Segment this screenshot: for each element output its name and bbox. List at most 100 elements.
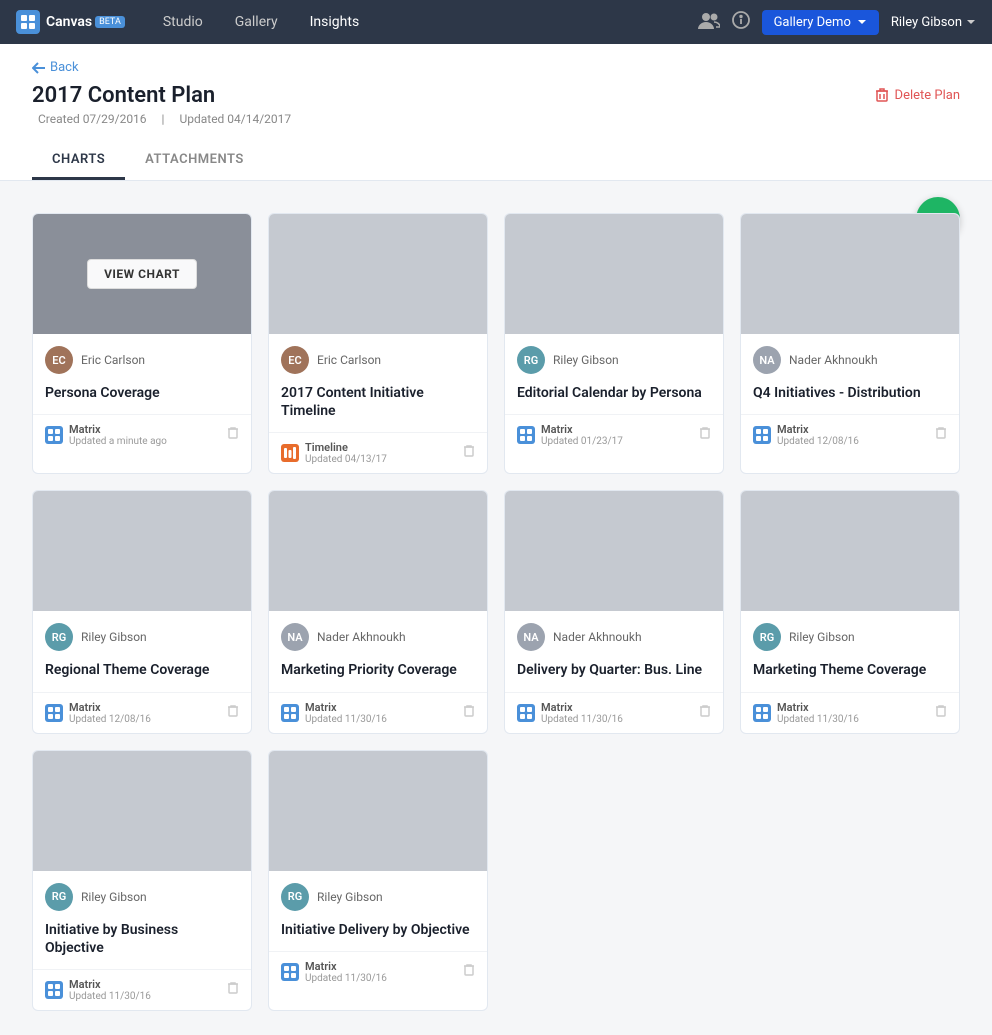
card-footer-5: Matrix Updated 11/30/16 xyxy=(269,692,487,733)
nav-right: Gallery Demo Riley Gibson xyxy=(698,10,976,35)
card-preview-6 xyxy=(505,491,723,611)
nav-insights[interactable]: Insights xyxy=(296,8,374,36)
card-delete-1[interactable] xyxy=(463,444,475,462)
card-preview-5 xyxy=(269,491,487,611)
user-name: Riley Gibson xyxy=(891,15,962,30)
card-type-label-3: Matrix Updated 12/08/16 xyxy=(777,423,859,447)
card-4[interactable]: RG Riley Gibson Regional Theme Coverage … xyxy=(32,490,252,733)
created-date: Created 07/29/2016 xyxy=(38,112,147,126)
type-name-6: Matrix xyxy=(541,701,623,714)
card-username-1: Eric Carlson xyxy=(317,353,381,367)
type-updated-8: Updated 11/30/16 xyxy=(69,991,151,1002)
type-icon-9 xyxy=(281,963,299,981)
card-footer-8: Matrix Updated 11/30/16 xyxy=(33,969,251,1010)
card-5[interactable]: NA Nader Akhnoukh Marketing Priority Cov… xyxy=(268,490,488,733)
nav-links: Studio Gallery Insights xyxy=(149,8,698,36)
card-type-label-4: Matrix Updated 12/08/16 xyxy=(69,701,151,725)
card-type-6: Matrix Updated 11/30/16 xyxy=(517,701,623,725)
card-username-8: Riley Gibson xyxy=(81,890,147,904)
card-type-label-5: Matrix Updated 11/30/16 xyxy=(305,701,387,725)
cards-grid: VIEW CHART EC Eric Carlson Persona Cover… xyxy=(32,213,960,1011)
type-icon-4 xyxy=(45,704,63,722)
card-delete-5[interactable] xyxy=(463,704,475,722)
card-user-info-5: NA Nader Akhnoukh xyxy=(269,611,487,657)
card-1[interactable]: EC Eric Carlson 2017 Content Initiative … xyxy=(268,213,488,474)
card-footer-0: Matrix Updated a minute ago xyxy=(33,414,251,455)
card-delete-3[interactable] xyxy=(935,426,947,444)
avatar-9: RG xyxy=(281,883,309,911)
card-delete-8[interactable] xyxy=(227,981,239,999)
card-preview-8 xyxy=(33,751,251,871)
type-name-4: Matrix xyxy=(69,701,151,714)
brand-name: Canvas xyxy=(46,14,92,30)
card-title-6: Delivery by Quarter: Bus. Line xyxy=(505,657,723,691)
back-label: Back xyxy=(50,60,79,75)
type-updated-4: Updated 12/08/16 xyxy=(69,714,151,725)
card-type-5: Matrix Updated 11/30/16 xyxy=(281,701,387,725)
avatar-2: RG xyxy=(517,346,545,374)
card-user-info-2: RG Riley Gibson xyxy=(505,334,723,380)
card-delete-4[interactable] xyxy=(227,704,239,722)
card-user-info-6: NA Nader Akhnoukh xyxy=(505,611,723,657)
card-user-info-4: RG Riley Gibson xyxy=(33,611,251,657)
workspace-label: Gallery Demo xyxy=(774,15,851,30)
card-preview-9 xyxy=(269,751,487,871)
tab-attachments[interactable]: ATTACHMENTS xyxy=(125,142,264,180)
back-button[interactable]: Back xyxy=(32,60,960,75)
card-title-4: Regional Theme Coverage xyxy=(33,657,251,691)
card-delete-6[interactable] xyxy=(699,704,711,722)
info-icon[interactable] xyxy=(732,11,750,34)
card-0[interactable]: VIEW CHART EC Eric Carlson Persona Cover… xyxy=(32,213,252,474)
type-updated-2: Updated 01/23/17 xyxy=(541,436,623,447)
card-delete-2[interactable] xyxy=(699,426,711,444)
type-icon-3 xyxy=(753,426,771,444)
card-2[interactable]: RG Riley Gibson Editorial Calendar by Pe… xyxy=(504,213,724,474)
type-name-2: Matrix xyxy=(541,423,623,436)
type-name-8: Matrix xyxy=(69,978,151,991)
page-title: 2017 Content Plan xyxy=(32,83,297,108)
card-delete-0[interactable] xyxy=(227,426,239,444)
card-user-info-8: RG Riley Gibson xyxy=(33,871,251,917)
card-9[interactable]: RG Riley Gibson Initiative Delivery by O… xyxy=(268,750,488,1011)
card-type-3: Matrix Updated 12/08/16 xyxy=(753,423,859,447)
nav-gallery[interactable]: Gallery xyxy=(221,8,292,36)
view-chart-button-0[interactable]: VIEW CHART xyxy=(87,259,197,289)
card-6[interactable]: NA Nader Akhnoukh Delivery by Quarter: B… xyxy=(504,490,724,733)
card-title-9: Initiative Delivery by Objective xyxy=(269,917,487,951)
avatar-0: EC xyxy=(45,346,73,374)
card-7[interactable]: RG Riley Gibson Marketing Theme Coverage… xyxy=(740,490,960,733)
brand[interactable]: Canvas BETA xyxy=(16,10,125,34)
nav-studio[interactable]: Studio xyxy=(149,8,217,36)
type-name-0: Matrix xyxy=(69,423,167,436)
card-footer-6: Matrix Updated 11/30/16 xyxy=(505,692,723,733)
card-type-label-1: Timeline Updated 04/13/17 xyxy=(305,441,387,465)
navbar: Canvas BETA Studio Gallery Insights Gall… xyxy=(0,0,992,44)
type-updated-1: Updated 04/13/17 xyxy=(305,454,387,465)
card-type-label-6: Matrix Updated 11/30/16 xyxy=(541,701,623,725)
card-type-0: Matrix Updated a minute ago xyxy=(45,423,167,447)
tab-charts[interactable]: CHARTS xyxy=(32,142,125,180)
card-title-0: Persona Coverage xyxy=(33,380,251,414)
group-icon[interactable] xyxy=(698,11,720,34)
meta-separator: | xyxy=(162,112,165,126)
type-updated-5: Updated 11/30/16 xyxy=(305,714,387,725)
card-3[interactable]: NA Nader Akhnoukh Q4 Initiatives - Distr… xyxy=(740,213,960,474)
type-name-5: Matrix xyxy=(305,701,387,714)
tabs: CHARTS ATTACHMENTS xyxy=(32,142,960,180)
card-footer-7: Matrix Updated 11/30/16 xyxy=(741,692,959,733)
card-8[interactable]: RG Riley Gibson Initiative by Business O… xyxy=(32,750,252,1011)
card-title-7: Marketing Theme Coverage xyxy=(741,657,959,691)
type-name-7: Matrix xyxy=(777,701,859,714)
avatar-5: NA xyxy=(281,623,309,651)
card-username-2: Riley Gibson xyxy=(553,353,619,367)
card-title-5: Marketing Priority Coverage xyxy=(269,657,487,691)
delete-label: Delete Plan xyxy=(895,88,960,103)
card-user-info-1: EC Eric Carlson xyxy=(269,334,487,380)
card-delete-9[interactable] xyxy=(463,963,475,981)
updated-date: Updated 04/14/2017 xyxy=(179,112,291,126)
user-menu[interactable]: Riley Gibson xyxy=(891,15,976,30)
workspace-dropdown[interactable]: Gallery Demo xyxy=(762,10,879,35)
card-user-info-7: RG Riley Gibson xyxy=(741,611,959,657)
delete-plan-button[interactable]: Delete Plan xyxy=(875,83,960,103)
card-delete-7[interactable] xyxy=(935,704,947,722)
